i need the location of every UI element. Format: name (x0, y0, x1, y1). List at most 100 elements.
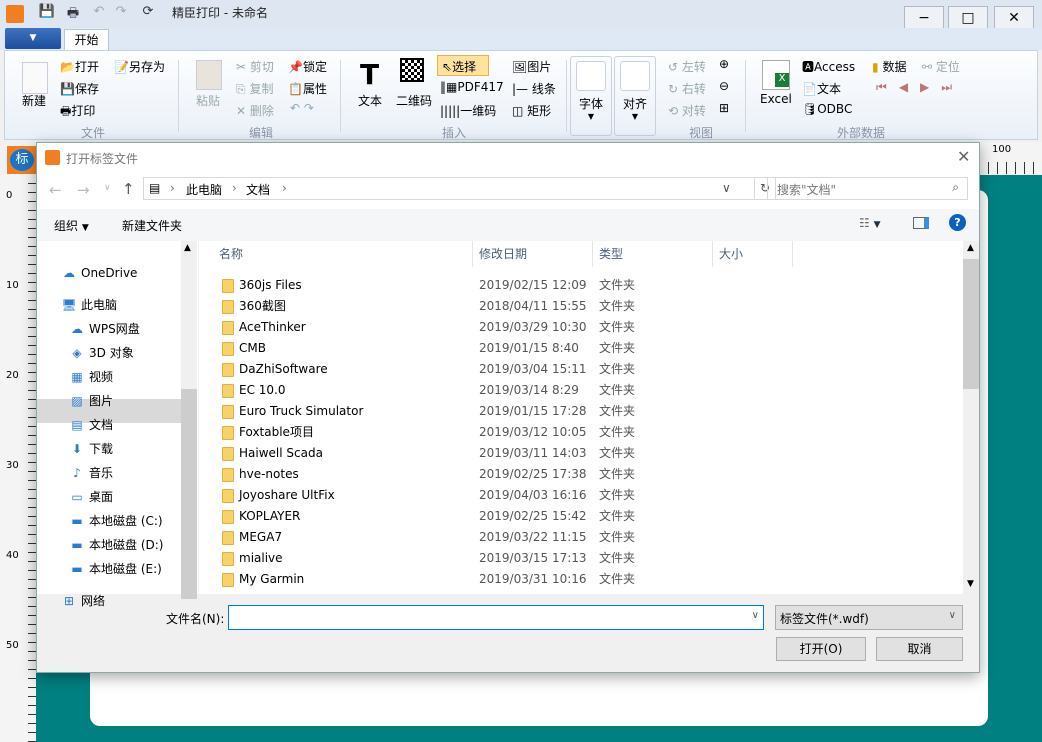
cancel-button[interactable]: 取消 (876, 637, 963, 661)
file-row[interactable]: My Garmin 2019/03/31 10:16 文件夹 (199, 569, 964, 590)
nav-item[interactable]: ▬ 本地磁盘 (C:) (69, 510, 189, 532)
open-button[interactable]: 📂打开 (60, 58, 99, 75)
breadcrumb-documents[interactable]: 文档 (246, 181, 270, 198)
qrcode-button[interactable]: 二维码 (396, 92, 432, 109)
address-dropdown-icon[interactable]: ∨ (722, 181, 731, 195)
help-icon[interactable]: ? (949, 214, 966, 231)
file-row[interactable]: Joyoshare UltFix 2019/04/03 16:16 文件夹 (199, 485, 964, 506)
next-icon[interactable]: ▶ (920, 80, 941, 94)
nav-item[interactable]: ▭ 桌面 (69, 486, 189, 508)
excel-button[interactable]: Excel (760, 92, 792, 106)
breadcrumb-this-pc[interactable]: 此电脑 (186, 181, 222, 198)
zoom-out-icon[interactable]: ⊖ (719, 79, 729, 93)
organize-button[interactable]: 组织 ▼ (54, 217, 89, 234)
print-button[interactable]: 🖶打印 (60, 102, 95, 123)
file-row[interactable]: Haiwell Scada 2019/03/11 14:03 文件夹 (199, 443, 964, 464)
file-row[interactable]: Foxtable项目 2019/03/12 10:05 文件夹 (199, 422, 964, 443)
undo-icon[interactable]: ↶ (90, 4, 108, 22)
save-button[interactable]: 💾保存 (60, 80, 99, 97)
file-row[interactable]: AceThinker 2019/03/29 10:30 文件夹 (199, 317, 964, 338)
barcode-button[interactable]: |||||一维码 (440, 102, 496, 119)
rotate-left-button[interactable]: ↺ 左转 (668, 58, 706, 75)
paste-button[interactable]: 粘贴 (196, 92, 220, 109)
column-header-type[interactable]: 类型 (593, 241, 713, 267)
refresh-icon[interactable]: ⟳ (139, 4, 157, 22)
new-folder-button[interactable]: 新建文件夹 (122, 217, 182, 234)
file-row[interactable]: 360截图 2018/04/11 15:55 文件夹 (199, 296, 964, 317)
access-button[interactable]: 🅰Access (802, 58, 855, 75)
file-row[interactable]: hve-notes 2019/02/25 17:38 文件夹 (199, 464, 964, 485)
up-icon[interactable]: ↑ (122, 180, 135, 198)
file-type-select[interactable]: 标签文件(*.wdf) ∨ (775, 605, 963, 630)
column-header-date[interactable]: 修改日期 (473, 241, 593, 267)
text-source-button[interactable]: 📄文本 (802, 80, 841, 97)
filename-input[interactable]: ∨ (228, 605, 764, 630)
text-button[interactable]: 文本 (358, 92, 382, 109)
flip-button[interactable]: ⟲ 对转 (668, 102, 706, 119)
last-icon[interactable]: ⏭ (941, 80, 964, 94)
open-button[interactable]: 打开(O) (776, 637, 866, 661)
file-row[interactable]: KOPLAYER 2019/02/25 15:42 文件夹 (199, 506, 964, 527)
fit-icon[interactable]: ⊞ (719, 101, 729, 115)
nav-item[interactable]: ☁ WPS网盘 (69, 318, 189, 340)
nav-item[interactable]: ◈ 3D 对象 (69, 342, 189, 364)
rect-button[interactable]: ◫ 矩形 (512, 102, 551, 119)
image-button[interactable]: 🖼图片 (512, 58, 551, 75)
prev-icon[interactable]: ◀ (899, 80, 920, 94)
print-icon[interactable]: 🖶 (64, 4, 82, 22)
filename-dropdown-icon[interactable]: ∨ (752, 610, 759, 621)
nav-item[interactable]: ▦ 视频 (69, 366, 189, 388)
nav-item[interactable]: ⬇ 下载 (69, 438, 189, 460)
save-as-button[interactable]: 📝另存为 (114, 58, 165, 75)
pdf417-button[interactable]: ‖▦PDF417 (440, 80, 504, 94)
address-bar[interactable]: ▤ › 此电脑 › 文档 › ∨ (143, 177, 755, 200)
first-icon[interactable]: ⏮ (876, 80, 899, 94)
nav-item[interactable]: ▬ 本地磁盘 (E:) (69, 558, 189, 580)
select-button[interactable]: ⇖选择 (437, 55, 489, 76)
nav-item[interactable]: ▨ 图片 (69, 390, 189, 412)
locate-button[interactable]: ⚯ 定位 (922, 58, 960, 75)
font-button[interactable]: 字体 ▼ (570, 56, 612, 136)
line-button[interactable]: |— 线条 (512, 80, 556, 97)
list-scrollbar[interactable]: ▲ ▼ (963, 241, 979, 594)
recent-dropdown-icon[interactable]: ∨ (104, 183, 111, 193)
align-button[interactable]: 对齐 ▼ (614, 56, 656, 136)
file-row[interactable]: EC 10.0 2019/03/14 8:29 文件夹 (199, 380, 964, 401)
close-button[interactable]: ✕ (994, 6, 1034, 30)
nav-item[interactable]: ▤ 文档 (69, 414, 189, 436)
file-row[interactable]: 360js Files 2019/02/15 12:09 文件夹 (199, 275, 964, 296)
file-row[interactable]: mialive 2019/03/15 17:13 文件夹 (199, 548, 964, 569)
preview-pane-icon[interactable] (913, 217, 929, 229)
new-button[interactable]: 新建 (22, 92, 46, 109)
file-row[interactable]: Euro Truck Simulator 2019/01/15 17:28 文件夹 (199, 401, 964, 422)
view-options-icon[interactable]: ☷ ▼ (859, 216, 881, 230)
cut-button[interactable]: ✂ 剪切 (236, 58, 274, 75)
app-menu-button[interactable]: ▼ (5, 28, 61, 49)
nav-item[interactable]: ⊞ 网络 (61, 590, 181, 612)
delete-button[interactable]: ✕ 删除 (236, 102, 274, 119)
search-input[interactable]: 搜索"文档" ⌕ (767, 177, 968, 200)
zoom-in-icon[interactable]: ⊕ (719, 57, 729, 71)
nav-item[interactable]: ☁ OneDrive (61, 262, 181, 284)
data-button[interactable]: ▮ 数据 (872, 58, 906, 75)
file-row[interactable]: DaZhiSoftware 2019/03/04 15:11 文件夹 (199, 359, 964, 380)
dialog-close-icon[interactable]: ✕ (957, 147, 970, 166)
maximize-button[interactable]: □ (948, 6, 988, 30)
back-icon[interactable]: ← (49, 181, 62, 199)
nav-item[interactable]: ▬ 本地磁盘 (D:) (69, 534, 189, 556)
forward-icon[interactable]: → (77, 181, 90, 199)
file-row[interactable]: CMB 2019/01/15 8:40 文件夹 (199, 338, 964, 359)
minimize-button[interactable]: − (904, 6, 944, 30)
undo-icon[interactable]: ↶ ↷ (290, 101, 314, 115)
rotate-right-button[interactable]: ↻ 右转 (668, 80, 706, 97)
save-icon[interactable]: 💾 (38, 4, 56, 22)
redo-icon[interactable]: ↷ (112, 4, 130, 22)
tab-start[interactable]: 开始 (64, 29, 109, 51)
record-nav[interactable]: ⏮◀▶⏭ (876, 80, 964, 95)
column-header-name[interactable]: 名称 (199, 241, 473, 267)
odbc-button[interactable]: 🛢ODBC (802, 102, 852, 116)
file-row[interactable]: MEGA7 2019/03/22 11:15 文件夹 (199, 527, 964, 548)
copy-button[interactable]: ⎘ 复制 (236, 80, 273, 97)
column-header-size[interactable]: 大小 (713, 241, 793, 267)
nav-item[interactable]: ♪ 音乐 (69, 462, 189, 484)
